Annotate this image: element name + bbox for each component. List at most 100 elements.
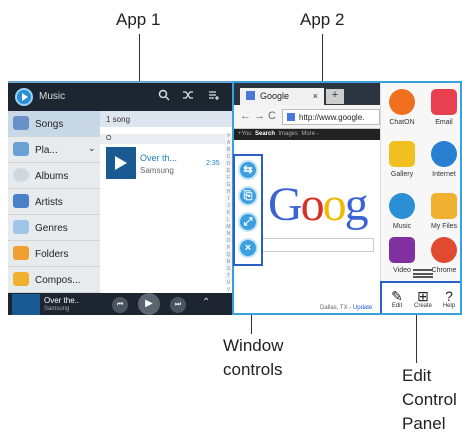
back-icon[interactable]: ←: [240, 110, 251, 122]
tray-app-internet[interactable]: Internet: [423, 135, 460, 187]
callout-app-2: App 2: [300, 10, 345, 29]
alpha-index-letter[interactable]: M: [225, 224, 232, 231]
alpha-index-letter[interactable]: I: [225, 196, 232, 203]
logo-letter: g: [344, 178, 369, 231]
share-content-button[interactable]: ⎘: [238, 186, 258, 206]
create-label: Create: [413, 303, 432, 309]
alpha-index-letter[interactable]: T: [225, 273, 232, 280]
location-footer: Dallas, TX - Update: [320, 305, 372, 311]
tray-app-label: Gallery: [390, 171, 414, 178]
help-icon: ?: [445, 288, 453, 304]
song-title: Over th...: [140, 153, 178, 163]
song-count: 1 song: [100, 111, 232, 127]
browser-tab[interactable]: Google ×: [240, 88, 324, 105]
gbar-more-link[interactable]: More -: [301, 131, 318, 137]
location-text: Dallas, TX -: [320, 305, 353, 311]
alpha-index-letter[interactable]: L: [225, 217, 232, 224]
alpha-index-letter[interactable]: Q: [225, 252, 232, 259]
callout-app-1: App 1: [116, 10, 161, 29]
alpha-index-letter[interactable]: N: [225, 231, 232, 238]
sidebar-item-artists[interactable]: Artists: [8, 189, 100, 215]
callout-edit-panel-line3: Panel: [402, 414, 446, 433]
close-icon: ×: [244, 242, 252, 254]
new-tab-button[interactable]: +: [326, 89, 344, 104]
sidebar-item-label: Compos...: [35, 275, 81, 286]
help-button[interactable]: ? Help: [436, 288, 460, 309]
list-item[interactable]: Over th... Samsung 2:35: [100, 145, 225, 183]
google-search-input[interactable]: [262, 238, 374, 252]
sidebar-item-playlists[interactable]: Pla... ⌄: [8, 137, 100, 163]
tray-app-label: Chrome: [431, 267, 457, 274]
google-favicon-icon: [246, 91, 255, 100]
play-button[interactable]: ▶: [138, 293, 160, 315]
close-tab-icon[interactable]: ×: [313, 91, 318, 101]
alpha-index-letter[interactable]: A: [225, 140, 232, 147]
email-icon: [431, 89, 457, 115]
refresh-icon[interactable]: C: [268, 110, 276, 122]
forward-icon[interactable]: →: [254, 110, 265, 122]
alpha-index-letter[interactable]: S: [225, 266, 232, 273]
google-logo: Goog: [268, 177, 369, 232]
edit-button[interactable]: ✎ Edit: [384, 289, 410, 309]
tray-app-label: Music: [392, 223, 412, 230]
tray-app-email[interactable]: Email: [423, 83, 460, 135]
alpha-index-letter[interactable]: O: [225, 238, 232, 245]
sidebar-item-folders[interactable]: Folders: [8, 241, 100, 267]
tray-app-label: ChatON: [389, 119, 415, 126]
chevron-down-icon[interactable]: ⌄: [88, 143, 96, 154]
callout-edit-panel-line2: Control: [402, 390, 457, 409]
logo-letter: o: [300, 178, 325, 231]
music-app-icon[interactable]: [15, 88, 33, 106]
tray-app-chaton[interactable]: ChatON: [381, 83, 423, 135]
sidebar-item-label: Genres: [35, 223, 68, 234]
alpha-index-letter[interactable]: J: [225, 203, 232, 210]
alphabet-index-scroller[interactable]: #ABCDEFGHIJKLMNOPQRSTUVWXYZ: [225, 133, 232, 314]
alpha-index-letter[interactable]: #: [225, 133, 232, 140]
next-button[interactable]: ⏭: [170, 297, 186, 313]
window-controls: ⇆ ⎘ ⤢ ×: [233, 154, 263, 266]
sidebar-item-albums[interactable]: Albums: [8, 163, 100, 189]
switch-windows-icon: ⇆: [243, 164, 253, 176]
alpha-index-letter[interactable]: C: [225, 154, 232, 161]
shuffle-icon[interactable]: [180, 89, 196, 104]
sidebar-item-songs[interactable]: Songs: [8, 111, 100, 137]
logo-letter: G: [268, 178, 303, 231]
gbar-you-link[interactable]: +You: [238, 131, 252, 137]
alpha-index-letter[interactable]: G: [225, 182, 232, 189]
tray-app-gallery[interactable]: Gallery: [381, 135, 423, 187]
search-icon[interactable]: [156, 89, 172, 104]
tray-handle[interactable]: [413, 269, 433, 278]
google-nav-bar: +You Search Images More -: [234, 129, 380, 140]
close-window-button[interactable]: ×: [238, 238, 258, 258]
alpha-index-letter[interactable]: F: [225, 175, 232, 182]
gbar-images-link[interactable]: Images: [278, 131, 298, 137]
volume-icon[interactable]: ⌃: [202, 297, 210, 308]
alpha-index-letter[interactable]: R: [225, 259, 232, 266]
create-button[interactable]: ⊞ Create: [410, 289, 436, 309]
alpha-index-letter[interactable]: K: [225, 210, 232, 217]
previous-button[interactable]: ⏮: [112, 297, 128, 313]
alpha-index-letter[interactable]: H: [225, 189, 232, 196]
alpha-index-letter[interactable]: D: [225, 161, 232, 168]
playlist-add-icon[interactable]: [206, 89, 222, 104]
sidebar-item-label: Songs: [35, 119, 64, 130]
multi-window-tray: ChatON Email Gallery Internet Music My F…: [380, 83, 460, 313]
internet-app-window: Google × + ← → C http://www.google. +You…: [232, 81, 462, 315]
switch-windows-button[interactable]: ⇆: [238, 160, 258, 180]
sidebar-item-genres[interactable]: Genres: [8, 215, 100, 241]
folder-icon: [13, 246, 29, 260]
url-input[interactable]: http://www.google.: [282, 109, 380, 125]
alpha-index-letter[interactable]: E: [225, 168, 232, 175]
alpha-index-letter[interactable]: U: [225, 280, 232, 287]
edit-control-panel: ✎ Edit ⊞ Create ? Help: [380, 281, 460, 313]
gbar-search-link[interactable]: Search: [255, 131, 275, 137]
page-favicon-icon: [287, 113, 295, 121]
music-app-title: Music: [39, 91, 66, 102]
alpha-index-letter[interactable]: P: [225, 245, 232, 252]
update-location-link[interactable]: Update: [353, 305, 372, 311]
maximize-window-button[interactable]: ⤢: [238, 212, 258, 232]
tray-app-label: My Files: [430, 223, 458, 230]
alpha-index-letter[interactable]: B: [225, 147, 232, 154]
callout-edit-panel-line1: Edit: [402, 366, 432, 385]
sidebar-item-composers[interactable]: Compos...: [8, 267, 100, 293]
